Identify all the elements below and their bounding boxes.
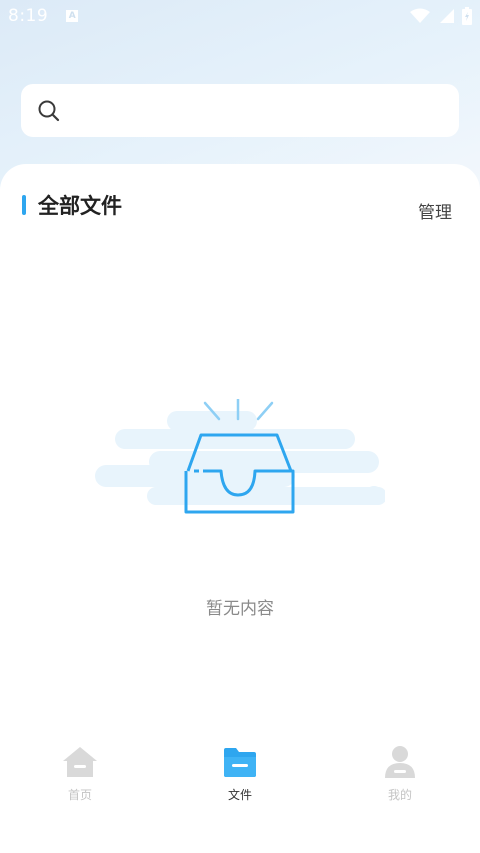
status-time: 8:19 bbox=[8, 6, 49, 26]
signal-icon bbox=[440, 9, 454, 23]
home-icon bbox=[62, 745, 98, 779]
search-bar[interactable] bbox=[21, 84, 459, 137]
tab-files-label: 文件 bbox=[227, 788, 252, 802]
search-input[interactable] bbox=[71, 90, 459, 131]
folder-icon bbox=[222, 745, 258, 779]
section-accent-bar bbox=[22, 195, 26, 215]
empty-state-message: 暂无内容 bbox=[206, 599, 274, 619]
section-title: 全部文件 bbox=[38, 194, 122, 218]
empty-inbox-icon bbox=[95, 399, 385, 514]
battery-charging-icon bbox=[462, 7, 472, 25]
notification-icon: A bbox=[66, 10, 79, 22]
tab-profile-label: 我的 bbox=[387, 788, 412, 802]
tab-home[interactable]: 首页 bbox=[0, 745, 160, 815]
tab-files[interactable]: 文件 bbox=[160, 745, 320, 815]
wifi-icon bbox=[410, 8, 430, 23]
manage-button[interactable]: 管理 bbox=[418, 198, 452, 223]
tab-profile[interactable]: 我的 bbox=[320, 745, 480, 815]
section-header: 全部文件 管理 bbox=[0, 190, 480, 223]
status-bar: 8:19 A bbox=[0, 0, 480, 32]
search-icon bbox=[38, 100, 60, 121]
status-icons bbox=[410, 7, 472, 25]
user-icon bbox=[382, 745, 418, 779]
tab-home-label: 首页 bbox=[67, 788, 92, 802]
bottom-tab-bar: 首页 文件 我的 bbox=[0, 745, 480, 815]
notification-glyph: A bbox=[68, 11, 76, 21]
